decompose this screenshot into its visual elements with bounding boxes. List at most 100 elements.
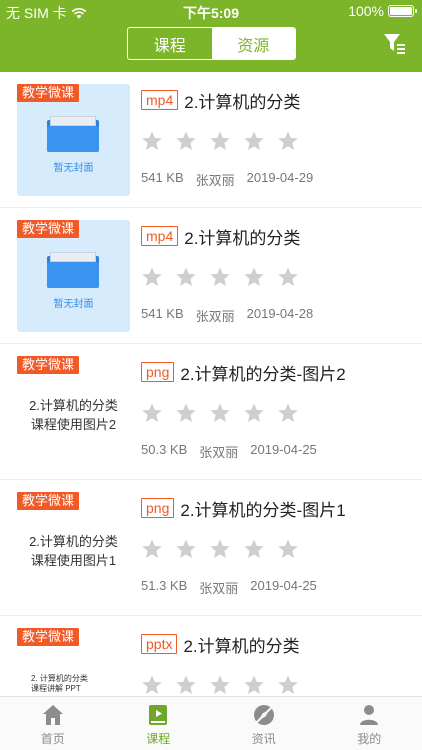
resource-title: 2.计算机的分类-图片2 (180, 364, 346, 384)
list-item[interactable]: 暂无封面 教学微课 mp4 2.计算机的分类 541 KB 张双丽 2019-0… (0, 208, 422, 344)
list-item[interactable]: 暂无封面 教学微课 mp4 2.计算机的分类 541 KB 张双丽 2019-0… (0, 72, 422, 208)
star-icon (278, 675, 298, 694)
resource-thumbnail: 暂无封面 教学微课 (17, 220, 130, 332)
file-size: 541 KB (141, 306, 184, 321)
resource-thumbnail: 教学微课 2.计算机的分类 课程使用图片2 (17, 356, 130, 468)
segment-control: 课程 资源 (127, 27, 296, 60)
star-icon (176, 267, 196, 286)
star-icon (244, 403, 264, 422)
author-name: 张双丽 (199, 445, 239, 460)
rating-stars (141, 130, 412, 152)
caption-line: 课程使用图片1 (30, 553, 117, 568)
star-icon (142, 131, 162, 150)
filter-icon[interactable] (382, 31, 406, 55)
upload-date: 2019-04-25 (250, 442, 317, 457)
thumbnail-caption: 2.计算机的分类 课程使用图片2 (17, 396, 130, 434)
star-icon (244, 539, 264, 558)
category-tag: 教学微课 (17, 356, 80, 374)
tab-home-label: 首页 (40, 732, 65, 746)
star-icon (142, 267, 162, 286)
rating-stars (141, 538, 412, 560)
resource-title: 2.计算机的分类 (184, 92, 301, 112)
star-icon (278, 267, 298, 286)
caption-line: 课程使用图片2 (30, 417, 117, 432)
star-icon (176, 539, 196, 558)
folder-icon (47, 252, 99, 288)
tab-course[interactable]: 课程 (106, 697, 212, 750)
thumbnail-caption: 2. 计算机的分类 课程讲解 PPT (31, 674, 111, 694)
folder-icon (47, 116, 99, 152)
resource-thumbnail: 教学微课 2.计算机的分类 课程使用图片1 (17, 492, 130, 604)
resource-info: mp4 2.计算机的分类 541 KB 张双丽 2019-04-29 (141, 90, 412, 189)
star-icon (278, 131, 298, 150)
star-icon (278, 403, 298, 422)
bottom-tab-bar: 首页 课程 资讯 我的 (0, 696, 422, 750)
star-icon (210, 539, 230, 558)
file-type-badge: mp4 (141, 226, 179, 246)
file-size: 541 KB (141, 170, 184, 185)
app-header: 无 SIM 卡 下午5:09 100% 课程 资源 (0, 0, 422, 72)
resource-meta: 50.3 KB 张双丽 2019-04-25 (141, 442, 412, 461)
person-icon (360, 705, 379, 725)
home-icon (42, 705, 63, 725)
author-name: 张双丽 (195, 309, 235, 324)
resource-meta: 51.3 KB 张双丽 2019-04-25 (141, 578, 412, 597)
resource-thumbnail: 暂无封面 教学微课 (17, 84, 130, 196)
rating-stars (141, 674, 412, 696)
list-item[interactable]: 教学微课 2.计算机的分类 课程使用图片2 png 2.计算机的分类-图片2 5… (0, 344, 422, 480)
star-icon (210, 267, 230, 286)
caption-line: 2. 计算机的分类 (31, 674, 88, 683)
star-icon (210, 675, 230, 694)
no-cover-text: 暂无封面 (53, 299, 94, 310)
category-tag: 教学微课 (17, 220, 80, 238)
file-type-badge: pptx (141, 634, 178, 654)
segment-course[interactable]: 课程 (128, 28, 212, 59)
resource-list: 暂无封面 教学微课 mp4 2.计算机的分类 541 KB 张双丽 2019-0… (0, 72, 422, 696)
resource-info: png 2.计算机的分类-图片2 50.3 KB 张双丽 2019-04-25 (141, 362, 412, 461)
file-type-badge: png (141, 362, 175, 382)
resource-title: 2.计算机的分类-图片1 (180, 500, 346, 520)
star-icon (176, 131, 196, 150)
list-item[interactable]: 教学微课 2.计算机的分类 课程使用图片1 png 2.计算机的分类-图片1 5… (0, 480, 422, 616)
star-icon (176, 675, 196, 694)
resource-thumbnail: 教学微课 2. 计算机的分类 课程讲解 PPT (17, 628, 130, 696)
no-cover-text: 暂无封面 (53, 163, 94, 174)
resource-info: pptx 2.计算机的分类 (141, 634, 412, 696)
tab-course-label: 课程 (146, 732, 171, 746)
category-tag: 教学微课 (17, 628, 80, 646)
list-item[interactable]: 教学微课 2. 计算机的分类 课程讲解 PPT pptx 2.计算机的分类 (0, 616, 422, 696)
status-right: 100% (348, 3, 417, 19)
rating-stars (141, 402, 412, 424)
star-icon (142, 403, 162, 422)
star-icon (244, 131, 264, 150)
segment-resource[interactable]: 资源 (211, 28, 295, 59)
resource-meta: 541 KB 张双丽 2019-04-28 (141, 306, 412, 325)
upload-date: 2019-04-25 (250, 578, 317, 593)
tab-news-label: 资讯 (251, 732, 276, 746)
caption-line: 2.计算机的分类 (29, 534, 118, 549)
book-icon (149, 705, 168, 725)
author-name: 张双丽 (199, 581, 239, 596)
star-icon (176, 403, 196, 422)
resource-title: 2.计算机的分类 (183, 636, 300, 656)
battery-icon (388, 5, 417, 17)
tab-news[interactable]: 资讯 (211, 697, 317, 750)
star-icon (142, 539, 162, 558)
tab-mine-label: 我的 (357, 732, 382, 746)
upload-date: 2019-04-29 (246, 170, 314, 185)
tab-home[interactable]: 首页 (0, 697, 106, 750)
tab-mine[interactable]: 我的 (317, 697, 422, 750)
file-size: 50.3 KB (141, 442, 188, 457)
star-icon (210, 131, 230, 150)
caption-line: 课程讲解 PPT (31, 684, 81, 693)
star-icon (244, 267, 264, 286)
category-tag: 教学微课 (17, 84, 80, 102)
star-icon (278, 539, 298, 558)
star-icon (142, 675, 162, 694)
resource-info: png 2.计算机的分类-图片1 51.3 KB 张双丽 2019-04-25 (141, 498, 412, 597)
resource-info: mp4 2.计算机的分类 541 KB 张双丽 2019-04-28 (141, 226, 412, 325)
caption-line: 2.计算机的分类 (29, 398, 118, 413)
compass-icon (253, 705, 274, 725)
file-type-badge: png (141, 498, 175, 518)
upload-date: 2019-04-28 (246, 306, 314, 321)
